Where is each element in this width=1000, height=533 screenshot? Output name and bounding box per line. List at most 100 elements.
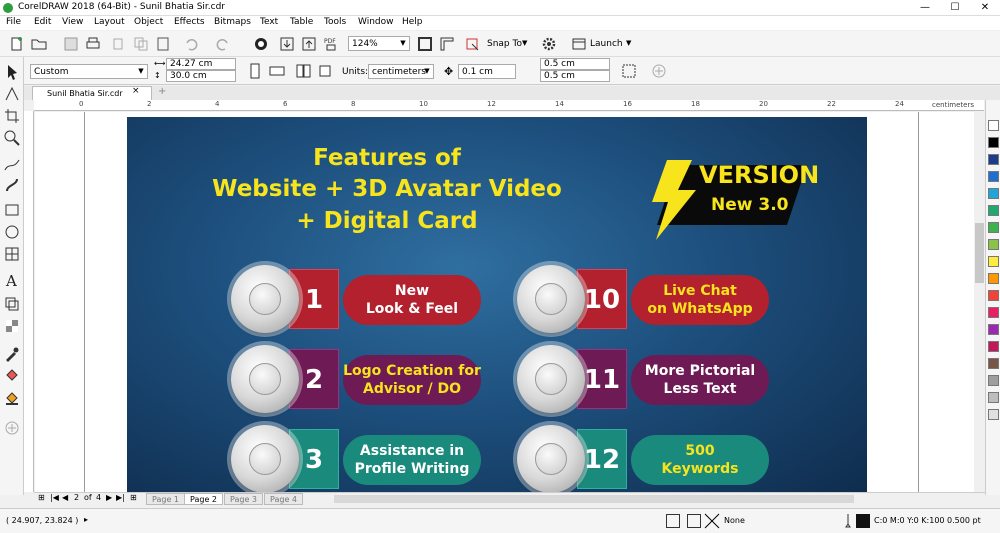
zoom-tool-icon[interactable] <box>3 129 21 147</box>
palette-swatch[interactable] <box>988 154 999 165</box>
crop-tool-icon[interactable] <box>3 107 21 125</box>
launch-icon[interactable] <box>570 35 588 53</box>
export-icon[interactable] <box>300 35 318 53</box>
print-icon[interactable] <box>84 35 102 53</box>
page-height-input[interactable]: 30.0 cm <box>166 70 236 82</box>
page-tab-2[interactable]: Page 2 <box>184 493 223 505</box>
close-button[interactable]: ✕ <box>970 0 1000 16</box>
palette-swatch[interactable] <box>988 222 999 233</box>
palette-swatch[interactable] <box>988 392 999 403</box>
add-tool-icon[interactable] <box>3 419 21 437</box>
open-folder-icon[interactable] <box>30 35 48 53</box>
menu-view[interactable]: View <box>62 17 83 27</box>
artwork-poster[interactable]: Features of Website + 3D Avatar Video + … <box>127 117 867 493</box>
maximize-button[interactable]: ☐ <box>940 0 970 16</box>
snap-to-icon[interactable] <box>464 35 482 53</box>
rectangle-tool-icon[interactable] <box>3 201 21 219</box>
duplicate-x-input[interactable]: 0.5 cm <box>540 58 610 70</box>
palette-swatch[interactable] <box>988 239 999 250</box>
page-width-input[interactable]: 24.27 cm <box>166 58 236 70</box>
palette-swatch[interactable] <box>988 324 999 335</box>
menu-bitmaps[interactable]: Bitmaps <box>214 17 251 27</box>
menu-text[interactable]: Text <box>260 17 278 27</box>
paste-icon[interactable] <box>154 35 172 53</box>
palette-swatch[interactable] <box>988 171 999 182</box>
fill-pick-icon[interactable] <box>687 514 701 528</box>
first-page-icon[interactable]: ⊞ <box>38 493 45 502</box>
palette-swatch[interactable] <box>988 205 999 216</box>
minimize-button[interactable]: — <box>910 0 940 16</box>
cut-icon[interactable] <box>110 35 128 53</box>
palette-swatch[interactable] <box>988 307 999 318</box>
all-pages-icon[interactable] <box>294 62 312 80</box>
menu-layout[interactable]: Layout <box>94 17 125 27</box>
horizontal-ruler[interactable]: 0 2 4 6 8 10 12 14 16 18 20 22 24 centim… <box>34 100 984 111</box>
horizontal-scrollbar[interactable] <box>334 495 854 503</box>
palette-swatch[interactable] <box>988 358 999 369</box>
eyedropper-tool-icon[interactable] <box>3 345 21 363</box>
search-content-icon[interactable] <box>252 35 270 53</box>
text-tool-icon[interactable]: A <box>3 271 21 290</box>
interactive-fill-icon[interactable] <box>3 367 21 385</box>
fill-icon[interactable] <box>666 514 680 528</box>
menu-window[interactable]: Window <box>358 17 394 27</box>
pick-tool-icon[interactable] <box>3 63 21 81</box>
transparency-tool-icon[interactable] <box>3 317 21 335</box>
launch-chevron-icon[interactable]: ▼ <box>626 39 631 47</box>
new-document-icon[interactable] <box>8 35 26 53</box>
redo-icon[interactable] <box>214 35 232 53</box>
menu-object[interactable]: Object <box>134 17 163 27</box>
add-page-icon[interactable]: ⊞ <box>130 493 137 502</box>
portrait-icon[interactable] <box>246 62 264 80</box>
snap-chevron-icon[interactable]: ▼ <box>522 39 527 47</box>
copy-icon[interactable] <box>132 35 150 53</box>
import-icon[interactable] <box>278 35 296 53</box>
first-page-button[interactable]: |◀ <box>50 493 59 502</box>
artistic-media-icon[interactable] <box>3 177 21 195</box>
publish-pdf-icon[interactable]: PDF <box>322 35 340 53</box>
palette-swatch[interactable] <box>988 409 999 420</box>
ellipse-tool-icon[interactable] <box>3 223 21 241</box>
shape-tool-icon[interactable] <box>3 85 21 103</box>
last-page-button[interactable]: ▶| <box>116 493 125 502</box>
undo-icon[interactable] <box>182 35 200 53</box>
palette-swatch[interactable] <box>988 256 999 267</box>
menu-edit[interactable]: Edit <box>34 17 51 27</box>
palette-swatch[interactable] <box>988 188 999 199</box>
launch-button[interactable]: Launch <box>590 39 623 49</box>
landscape-icon[interactable] <box>268 62 286 80</box>
add-icon[interactable] <box>650 62 668 80</box>
menu-effects[interactable]: Effects <box>174 17 205 27</box>
palette-swatch[interactable] <box>988 273 999 284</box>
palette-swatch[interactable] <box>988 290 999 301</box>
scroll-thumb[interactable] <box>975 223 984 283</box>
menu-table[interactable]: Table <box>290 17 313 27</box>
nudge-distance-input[interactable]: 0.1 cm <box>458 64 516 79</box>
outline-color-swatch[interactable] <box>856 514 870 528</box>
vertical-scrollbar[interactable] <box>974 111 985 492</box>
page-preset-select[interactable]: Custom ▼ <box>30 64 148 79</box>
palette-swatch[interactable] <box>988 120 999 131</box>
next-page-button[interactable]: ▶ <box>106 493 112 502</box>
prev-page-button[interactable]: ◀ <box>62 493 68 502</box>
rulers-icon[interactable] <box>438 35 456 53</box>
tab-close-icon[interactable]: × <box>132 86 140 96</box>
freehand-tool-icon[interactable] <box>3 155 21 173</box>
new-tab-icon[interactable]: + <box>158 86 166 97</box>
duplicate-y-input[interactable]: 0.5 cm <box>540 70 610 82</box>
page-tab-3[interactable]: Page 3 <box>224 493 263 505</box>
menu-tools[interactable]: Tools <box>324 17 346 27</box>
full-screen-icon[interactable] <box>416 35 434 53</box>
menu-file[interactable]: File <box>6 17 21 27</box>
status-chevron-icon[interactable]: ▸ <box>84 515 88 524</box>
polygon-tool-icon[interactable] <box>3 245 21 263</box>
parallel-dimension-icon[interactable] <box>3 295 21 313</box>
current-page-icon[interactable] <box>316 62 334 80</box>
snap-to-button[interactable]: Snap To <box>487 39 522 49</box>
palette-swatch[interactable] <box>988 341 999 352</box>
page-tab-1[interactable]: Page 1 <box>146 493 185 505</box>
options-gear-icon[interactable] <box>540 35 558 53</box>
palette-swatch[interactable] <box>988 137 999 148</box>
save-icon[interactable] <box>62 35 80 53</box>
vertical-ruler[interactable] <box>24 111 34 492</box>
